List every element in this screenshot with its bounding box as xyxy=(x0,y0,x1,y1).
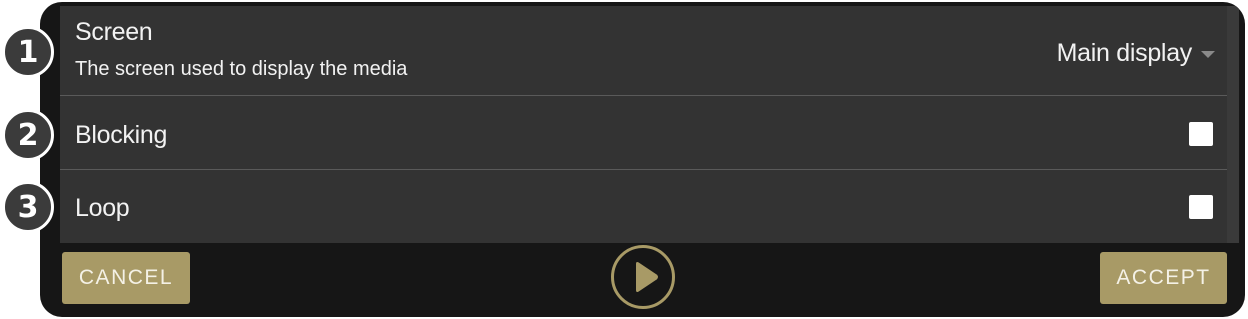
callout-badge-2: 2 xyxy=(2,109,54,161)
loop-checkbox[interactable] xyxy=(1189,195,1213,219)
chevron-down-icon xyxy=(1201,50,1215,58)
screen-select[interactable]: Main display xyxy=(1057,36,1215,70)
media-settings-dialog: Screen The screen used to display the me… xyxy=(40,2,1245,317)
setting-row-blocking: Blocking xyxy=(60,96,1227,170)
play-icon xyxy=(636,261,658,293)
cancel-button[interactable]: CANCEL xyxy=(62,252,190,304)
screen-label: Screen xyxy=(75,18,153,46)
loop-label: Loop xyxy=(75,194,130,222)
screen-select-value: Main display xyxy=(1056,38,1193,67)
setting-row-screen: Screen The screen used to display the me… xyxy=(60,6,1227,96)
callout-badge-1: 1 xyxy=(2,26,54,78)
callout-badge-3: 3 xyxy=(2,181,54,233)
screen-description: The screen used to display the media xyxy=(75,58,408,80)
scrollbar[interactable] xyxy=(1227,6,1239,243)
blocking-checkbox[interactable] xyxy=(1189,122,1213,146)
settings-list: Screen The screen used to display the me… xyxy=(60,6,1227,243)
setting-row-loop: Loop xyxy=(60,170,1227,243)
play-button[interactable] xyxy=(611,245,675,309)
accept-button[interactable]: ACCEPT xyxy=(1100,252,1227,304)
blocking-label: Blocking xyxy=(75,121,168,149)
